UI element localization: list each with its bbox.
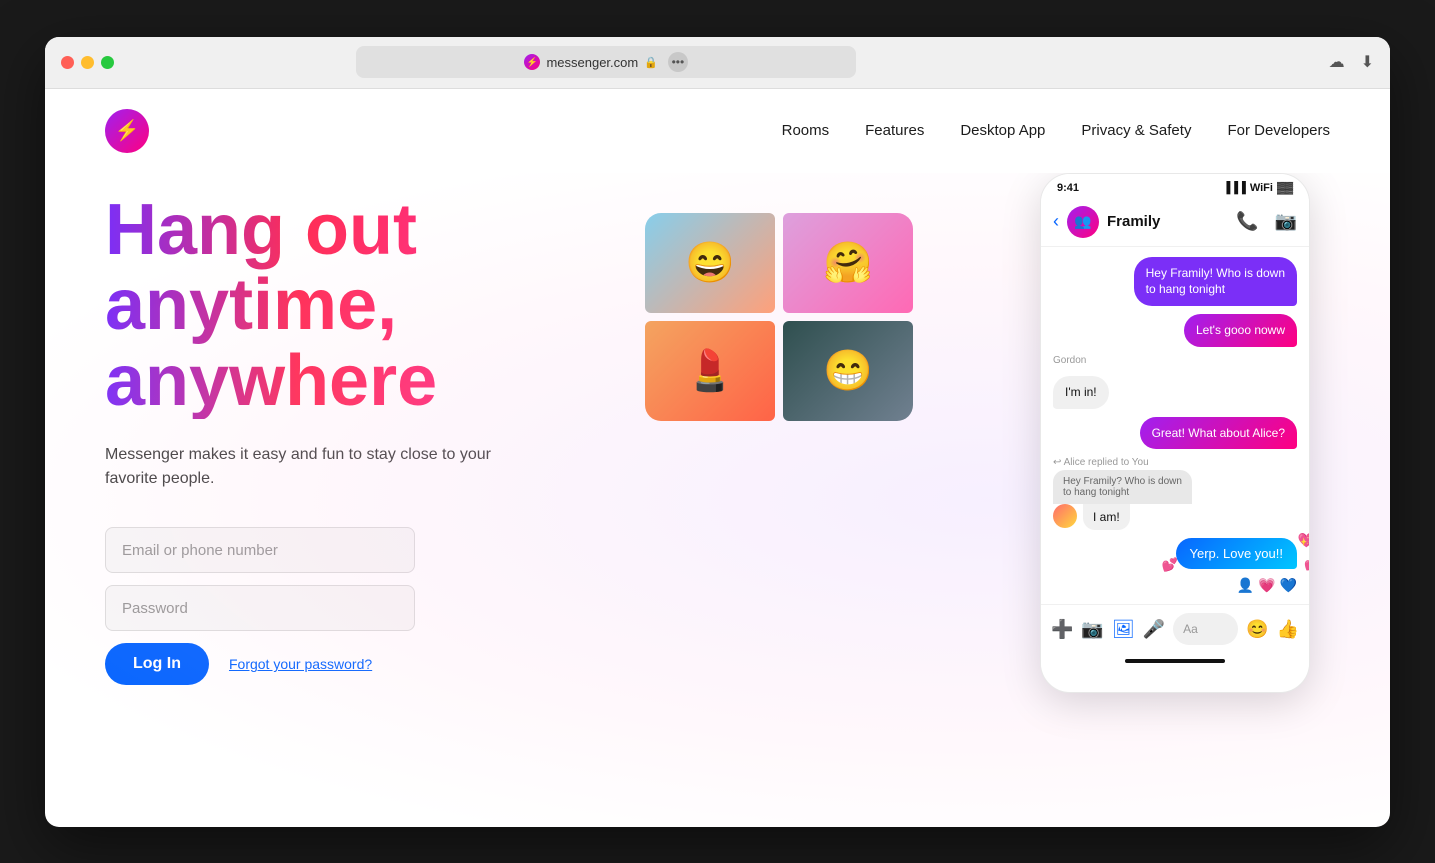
nav-features[interactable]: Features xyxy=(865,122,924,139)
hero-left: Hang out anytime, anywhere Messenger mak… xyxy=(105,173,585,686)
chat-bubble-2: Let's gooo noww xyxy=(1184,314,1297,347)
photo-cell-2: 🤗 xyxy=(783,213,913,313)
message-placeholder: Aa xyxy=(1183,622,1198,636)
heart-right-2: 💕 xyxy=(1304,557,1310,571)
signal-icon: ▐▐▐ xyxy=(1222,182,1245,194)
chat-bubble-1: Hey Framily! Who is downto hang tonight xyxy=(1134,257,1297,307)
photo-icon[interactable]: 🖼 xyxy=(1112,619,1135,640)
thumbs-up-icon[interactable]: 👍 xyxy=(1277,619,1299,640)
wifi-icon: WiFi xyxy=(1250,182,1273,194)
battery-icon: ▓▓ xyxy=(1277,182,1293,194)
photo-grid: 😄 🤗 💄 😁 xyxy=(645,213,913,421)
nav-privacy-safety[interactable]: Privacy & Safety xyxy=(1081,122,1191,139)
mic-icon[interactable]: 🎤 xyxy=(1143,619,1165,640)
logo: ⚡ xyxy=(105,109,149,153)
browser-chrome: ⚡ messenger.com 🔒 ••• ☁ ⬇ xyxy=(45,37,1390,89)
login-button[interactable]: Log In xyxy=(105,643,209,685)
chat-bubble-4: Great! What about Alice? xyxy=(1140,417,1297,450)
reaction-row: 👤 💗 💙 xyxy=(1237,577,1297,594)
chat-bubble-3: I'm in! xyxy=(1053,376,1109,409)
home-bar xyxy=(1125,659,1225,663)
url-text: messenger.com xyxy=(546,55,638,70)
camera-icon[interactable]: 📷 xyxy=(1081,619,1103,640)
email-input[interactable] xyxy=(105,527,415,573)
reaction-emoji-3: 💙 xyxy=(1280,577,1297,594)
phone-status-bar: 9:41 ▐▐▐ WiFi ▓▓ xyxy=(1041,174,1309,198)
chat-body: Hey Framily! Who is downto hang tonight … xyxy=(1041,247,1309,605)
back-button[interactable]: ‹ xyxy=(1053,211,1059,232)
messenger-logo-icon: ⚡ xyxy=(105,109,149,153)
address-bar-more[interactable]: ••• xyxy=(668,52,688,72)
phone-time: 9:41 xyxy=(1057,182,1079,194)
minimize-button[interactable] xyxy=(81,56,94,69)
heart-right: 💖 xyxy=(1298,532,1310,549)
sender-label-gordon: Gordon xyxy=(1053,355,1297,366)
browser-actions: ☁ ⬇ xyxy=(1329,52,1374,72)
person-photo-4: 😁 xyxy=(783,321,913,421)
reply-message: I am! xyxy=(1083,504,1130,530)
chat-bubble-5: 💕 Yerp. Love you!! 💖 💕 xyxy=(1176,538,1297,569)
photo-cell-1: 😄 xyxy=(645,213,775,313)
maximize-button[interactable] xyxy=(101,56,114,69)
forgot-password-link[interactable]: Forgot your password? xyxy=(229,656,372,672)
person-photo-2: 🤗 xyxy=(783,213,913,313)
password-input[interactable] xyxy=(105,585,415,631)
person-photo-3: 💄 xyxy=(645,321,775,421)
cloud-icon[interactable]: ☁ xyxy=(1329,52,1345,72)
photo-cell-4: 😁 xyxy=(783,321,913,421)
home-indicator xyxy=(1041,653,1309,669)
hero-right: 😄 🤗 💄 😁 9:41 xyxy=(585,173,1330,787)
page-content: ⚡ Rooms Features Desktop App Privacy & S… xyxy=(45,89,1390,827)
reply-container: ↩ Alice replied to You Hey Framily? Who … xyxy=(1053,457,1192,530)
hero-title: Hang out anytime, anywhere xyxy=(105,193,585,420)
navigation: ⚡ Rooms Features Desktop App Privacy & S… xyxy=(45,89,1390,173)
address-bar[interactable]: ⚡ messenger.com 🔒 ••• xyxy=(356,46,856,78)
emoji-icon[interactable]: 😊 xyxy=(1246,619,1268,640)
phone-bottom-bar: ➕ 📷 🖼 🎤 Aa 😊 👍 xyxy=(1041,604,1309,653)
user-reply-row: I am! xyxy=(1053,504,1192,530)
photo-cell-3: 💄 xyxy=(645,321,775,421)
download-icon[interactable]: ⬇ xyxy=(1361,52,1374,72)
chat-group-name: Framily xyxy=(1107,213,1228,230)
traffic-lights xyxy=(61,56,114,69)
chat-header-actions: 📞 📷 xyxy=(1236,211,1297,232)
message-input[interactable]: Aa xyxy=(1173,613,1238,645)
reaction-emoji-1: 👤 xyxy=(1237,577,1254,594)
phone-call-icon[interactable]: 📞 xyxy=(1236,211,1258,232)
hero-section: Hang out anytime, anywhere Messenger mak… xyxy=(45,173,1390,827)
lock-icon: 🔒 xyxy=(644,56,658,69)
site-favicon: ⚡ xyxy=(524,54,540,70)
reply-preview: Hey Framily? Who is downto hang tonight xyxy=(1053,470,1192,504)
close-button[interactable] xyxy=(61,56,74,69)
hero-subtitle: Messenger makes it easy and fun to stay … xyxy=(105,443,525,491)
nav-links: Rooms Features Desktop App Privacy & Saf… xyxy=(782,122,1330,140)
chat-group-avatar: 👥 xyxy=(1067,206,1099,238)
browser-window: ⚡ messenger.com 🔒 ••• ☁ ⬇ ⚡ Rooms Featur… xyxy=(45,37,1390,827)
person-photo-1: 😄 xyxy=(645,213,775,313)
phone-status-icons: ▐▐▐ WiFi ▓▓ xyxy=(1222,182,1293,194)
reply-label: ↩ Alice replied to You xyxy=(1053,457,1192,468)
reaction-emoji-2: 💗 xyxy=(1258,577,1275,594)
nav-desktop-app[interactable]: Desktop App xyxy=(960,122,1045,139)
heart-left: 💕 xyxy=(1162,557,1178,573)
nav-rooms[interactable]: Rooms xyxy=(782,122,830,139)
phone-mockup: 9:41 ▐▐▐ WiFi ▓▓ ‹ 👥 Framily 📞 xyxy=(1040,173,1310,693)
video-call-icon[interactable]: 📷 xyxy=(1275,211,1297,232)
alice-avatar xyxy=(1053,504,1077,528)
nav-developers[interactable]: For Developers xyxy=(1227,122,1330,139)
chat-header: ‹ 👥 Framily 📞 📷 xyxy=(1041,198,1309,247)
plus-icon[interactable]: ➕ xyxy=(1051,619,1073,640)
login-row: Log In Forgot your password? xyxy=(105,643,585,685)
